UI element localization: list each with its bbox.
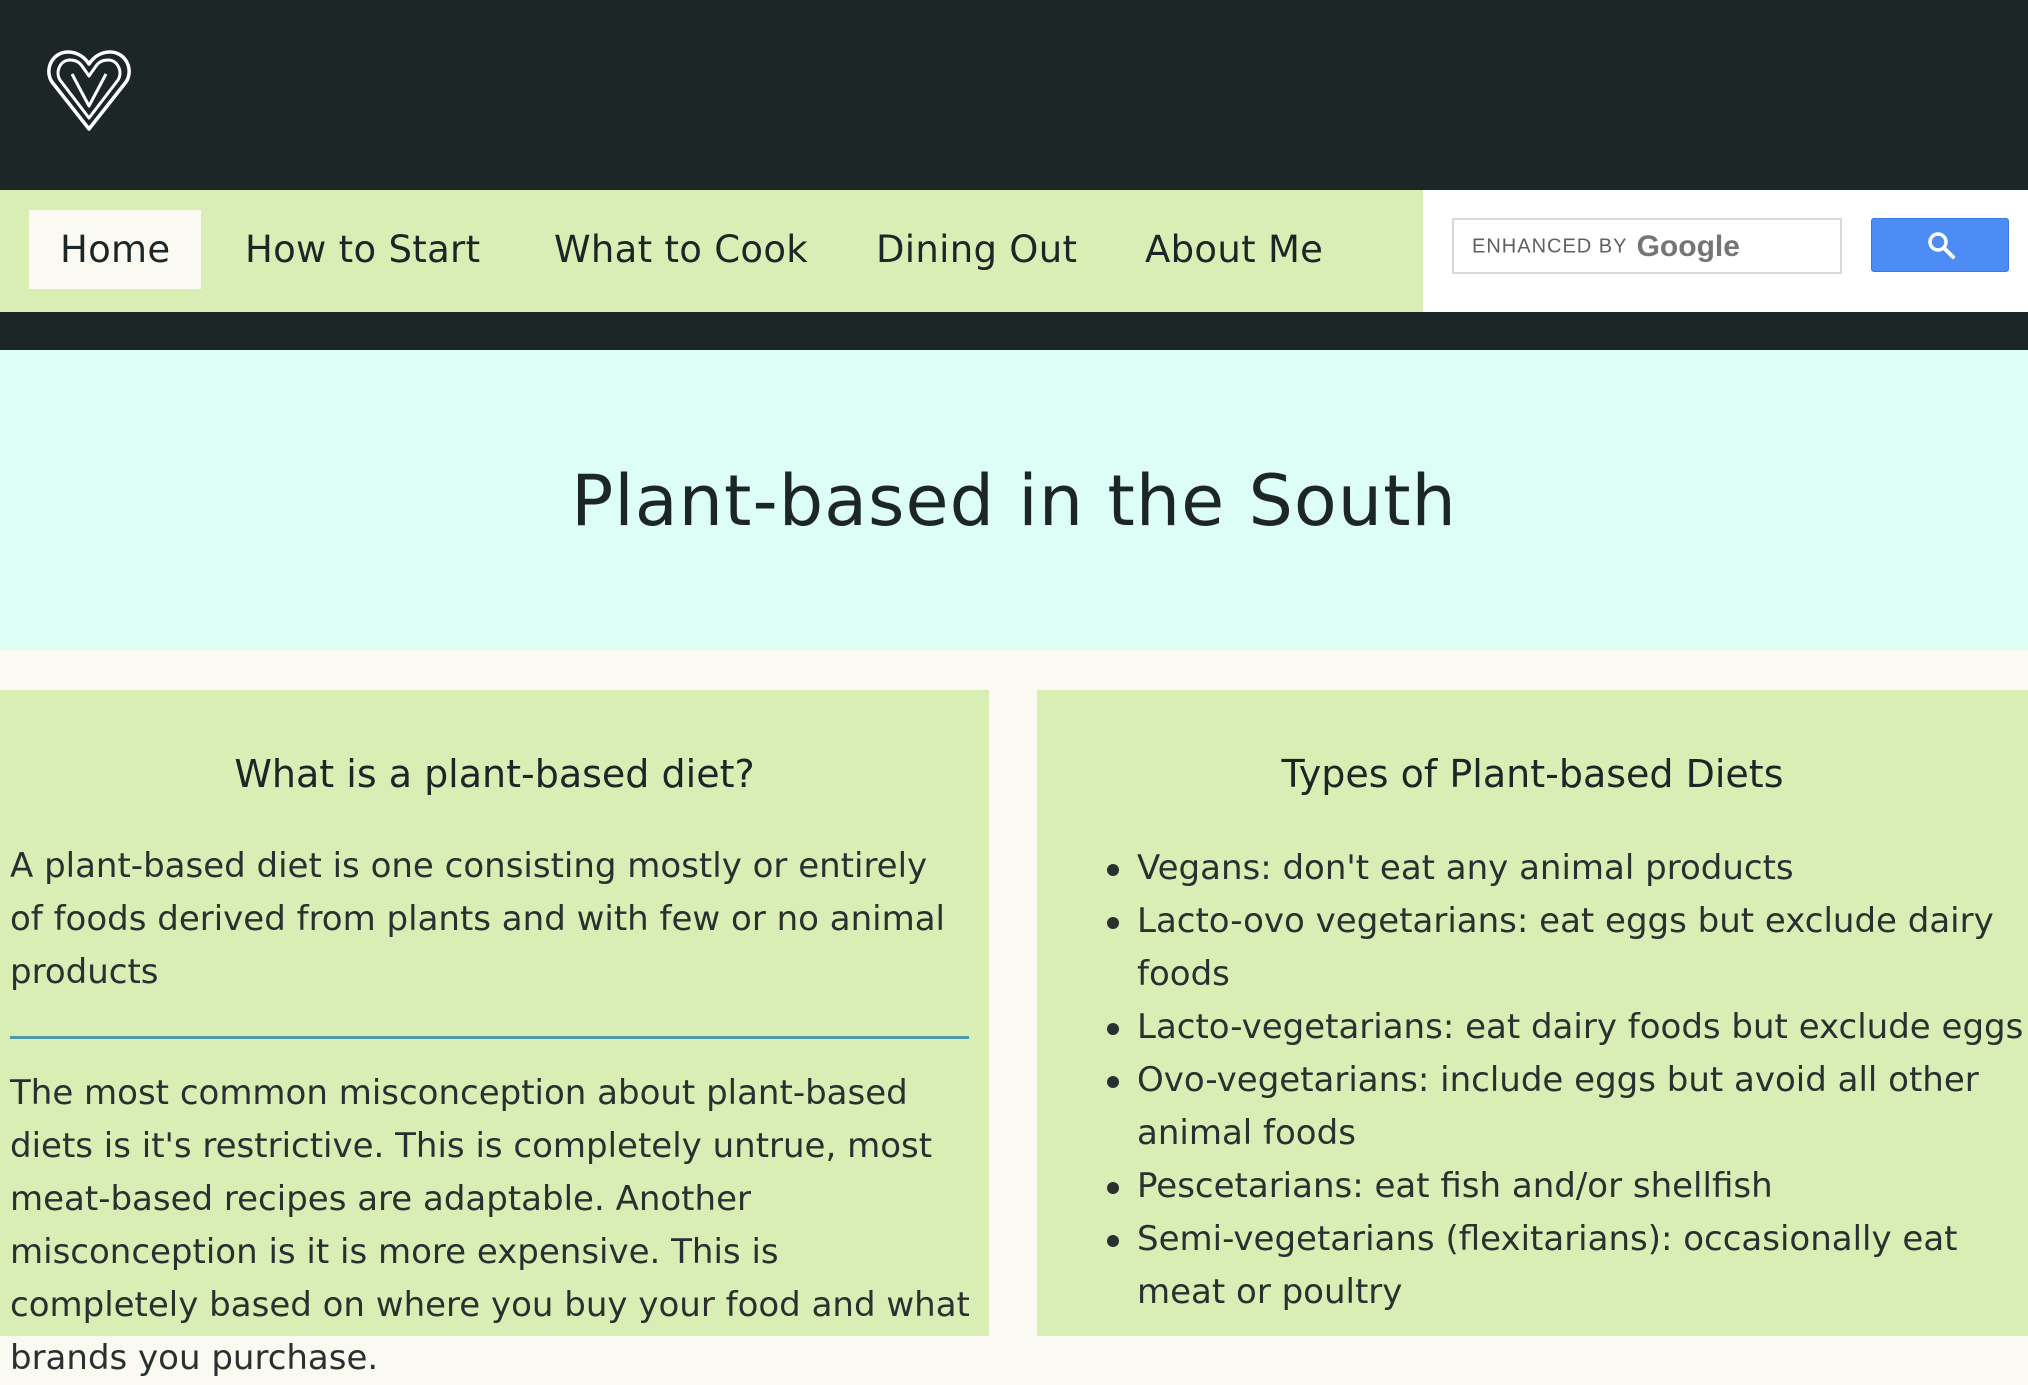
search-watermark: ENHANCED BY Google	[1472, 220, 1740, 272]
main-nav: Home How to Start What to Cook Dining Ou…	[0, 190, 1423, 312]
list-item: Ovo-vegetarians: include eggs but avoid …	[1107, 1054, 2028, 1160]
list-item-text: Pescetarians: eat fish and/or shellfish	[1137, 1166, 1773, 1206]
plant-based-diet-panel: What is a plant-based diet? A plant-base…	[0, 690, 989, 1378]
nav-item-dining-out[interactable]: Dining Out	[876, 210, 1077, 289]
list-item-text: Vegans: don't eat any animal products	[1137, 848, 1794, 888]
panel-heading: What is a plant-based diet?	[234, 752, 755, 796]
list-item-text: Lacto-vegetarians: eat dairy foods but e…	[1137, 1007, 2024, 1047]
list-item-text: Semi-vegetarians (flexitarians): occasio…	[1137, 1219, 1958, 1312]
bullet-icon	[1107, 1235, 1119, 1247]
bullet-icon	[1107, 864, 1119, 876]
misconception-paragraph: The most common misconception about plan…	[10, 1073, 970, 1378]
list-item: Vegans: don't eat any animal products	[1107, 842, 2028, 895]
nav-item-what-to-cook[interactable]: What to Cook	[554, 210, 808, 289]
search-input[interactable]: ENHANCED BY Google	[1452, 218, 1842, 274]
search-watermark-brand: Google	[1636, 229, 1740, 263]
bullet-icon	[1107, 1182, 1119, 1194]
search-icon	[1928, 232, 1955, 259]
hero-banner: Plant-based in the South	[0, 350, 2028, 650]
bullet-icon	[1107, 1076, 1119, 1088]
page-title: Plant-based in the South	[571, 460, 1457, 542]
list-item-text: Lacto-ovo vegetarians: eat eggs but excl…	[1137, 901, 1994, 994]
diet-types-list: Vegans: don't eat any animal products La…	[1107, 842, 2028, 1319]
search-watermark-prefix: ENHANCED BY	[1472, 235, 1628, 258]
diet-types-panel: Types of Plant-based Diets Vegans: don't…	[1037, 690, 2028, 1336]
nav-item-how-to-start[interactable]: How to Start	[245, 210, 480, 289]
list-item: Lacto-vegetarians: eat dairy foods but e…	[1107, 1001, 2028, 1054]
list-item: Pescetarians: eat fish and/or shellfish	[1107, 1160, 2028, 1213]
divider	[10, 1036, 969, 1039]
heart-v-logo-icon	[47, 50, 131, 131]
list-item: Lacto-ovo vegetarians: eat eggs but excl…	[1107, 895, 2028, 1001]
bullet-icon	[1107, 1023, 1119, 1035]
panel-heading: Types of Plant-based Diets	[1281, 752, 1784, 796]
bullet-icon	[1107, 917, 1119, 929]
list-item: Semi-vegetarians (flexitarians): occasio…	[1107, 1213, 2028, 1319]
search-button[interactable]	[1871, 218, 2009, 272]
list-item-text: Ovo-vegetarians: include eggs but avoid …	[1137, 1060, 1979, 1153]
definition-paragraph: A plant-based diet is one consisting mos…	[10, 846, 945, 992]
google-search-box: ENHANCED BY Google	[1423, 190, 2028, 312]
nav-item-about-me[interactable]: About Me	[1145, 210, 1323, 289]
nav-item-home[interactable]: Home	[29, 210, 202, 289]
